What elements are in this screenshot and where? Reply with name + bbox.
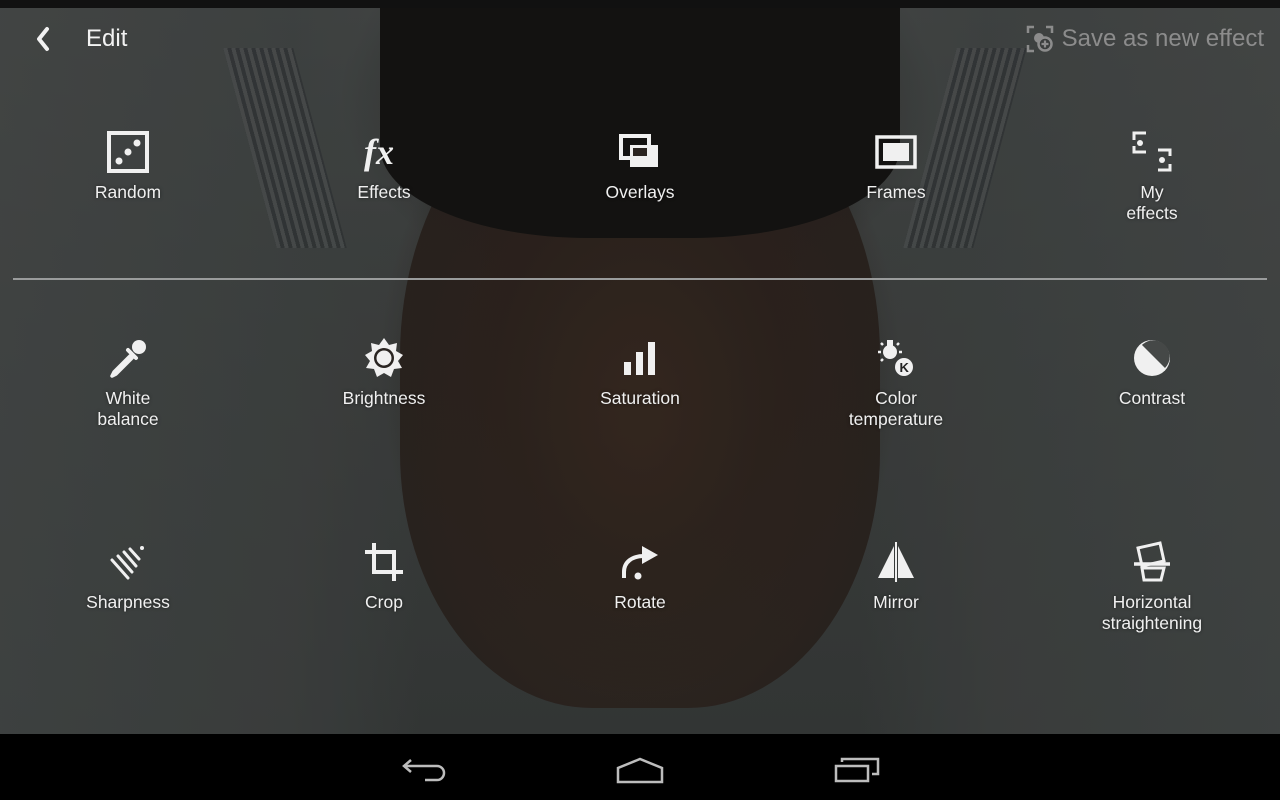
tool-horizontal-straightening[interactable]: Horizontal straightening	[1024, 538, 1280, 634]
rotate-icon	[622, 546, 658, 580]
tool-label: Mirror	[873, 592, 919, 612]
my-effects-icon	[1132, 131, 1172, 172]
page-title: Edit	[86, 25, 128, 52]
action-bar: Edit Save as new effect	[0, 8, 1280, 68]
home-icon	[616, 757, 664, 784]
tool-saturation[interactable]: Saturation	[512, 334, 768, 430]
nav-back-button[interactable]	[384, 746, 464, 794]
adjust-row: White balance Brightness Saturation K Co…	[0, 334, 1280, 430]
tool-label: Horizontal straightening	[1101, 592, 1203, 633]
tool-label: My effects	[1126, 182, 1178, 223]
svg-text:fx: fx	[364, 132, 394, 172]
back-icon	[402, 759, 446, 782]
overlays-icon	[619, 134, 658, 167]
dice-icon	[107, 131, 149, 173]
back-button[interactable]	[28, 24, 58, 54]
tool-label: Crop	[365, 592, 403, 612]
save-effect-icon	[1026, 25, 1053, 53]
contrast-icon	[1134, 340, 1170, 376]
straighten-icon	[1134, 541, 1170, 582]
tool-my-effects[interactable]: My effects	[1024, 128, 1280, 224]
tool-crop[interactable]: Crop	[256, 538, 512, 634]
chevron-left-icon	[37, 27, 49, 51]
tool-random[interactable]: Random	[0, 128, 256, 224]
system-navigation-bar	[0, 734, 1280, 800]
sun-icon	[365, 338, 403, 377]
tool-white-balance[interactable]: White balance	[0, 334, 256, 430]
tool-frames[interactable]: Frames	[768, 128, 1024, 224]
nav-home-button[interactable]	[600, 746, 680, 794]
tool-sharpness[interactable]: Sharpness	[0, 538, 256, 634]
tool-label: Color temperature	[848, 388, 944, 429]
tool-contrast[interactable]: Contrast	[1024, 334, 1280, 430]
eyedropper-icon	[110, 340, 146, 378]
tool-label: Overlays	[605, 182, 675, 202]
sharpness-icon	[110, 546, 144, 580]
tool-label: Contrast	[1118, 388, 1186, 408]
save-as-new-effect-label: Save as new effect	[1061, 25, 1264, 52]
tool-brightness[interactable]: Brightness	[256, 334, 512, 430]
save-as-new-effect-button[interactable]: Save as new effect	[1026, 22, 1264, 56]
tool-label: Effects	[357, 182, 411, 202]
fx-icon: fx	[364, 132, 394, 172]
tool-color-temperature[interactable]: K Color temperature	[768, 334, 1024, 430]
recents-icon	[834, 757, 880, 783]
crop-icon	[365, 543, 403, 581]
frame-icon	[875, 135, 917, 169]
tool-label: Frames	[866, 182, 926, 202]
tool-label: Brightness	[342, 388, 426, 408]
tool-rotate[interactable]: Rotate	[512, 538, 768, 634]
status-bar	[0, 0, 1280, 8]
bars-icon	[624, 342, 655, 375]
transform-row: Sharpness Crop Rotate Mirror Horizontal …	[0, 538, 1280, 634]
tool-label: Random	[94, 182, 162, 202]
tool-label: Saturation	[600, 388, 680, 408]
bulb-kelvin-icon: K	[878, 340, 913, 376]
tool-effects[interactable]: fx Effects	[256, 128, 512, 224]
tool-overlays[interactable]: Overlays	[512, 128, 768, 224]
mirror-icon	[878, 542, 914, 582]
tool-label: Sharpness	[86, 592, 170, 612]
nav-recents-button[interactable]	[818, 746, 898, 794]
svg-text:K: K	[900, 360, 910, 375]
tool-label: White balance	[97, 388, 159, 429]
tool-mirror[interactable]: Mirror	[768, 538, 1024, 634]
effects-row: Random fx Effects Overlays Frames My eff…	[0, 128, 1280, 224]
tool-label: Rotate	[614, 592, 666, 612]
section-divider	[13, 278, 1267, 280]
